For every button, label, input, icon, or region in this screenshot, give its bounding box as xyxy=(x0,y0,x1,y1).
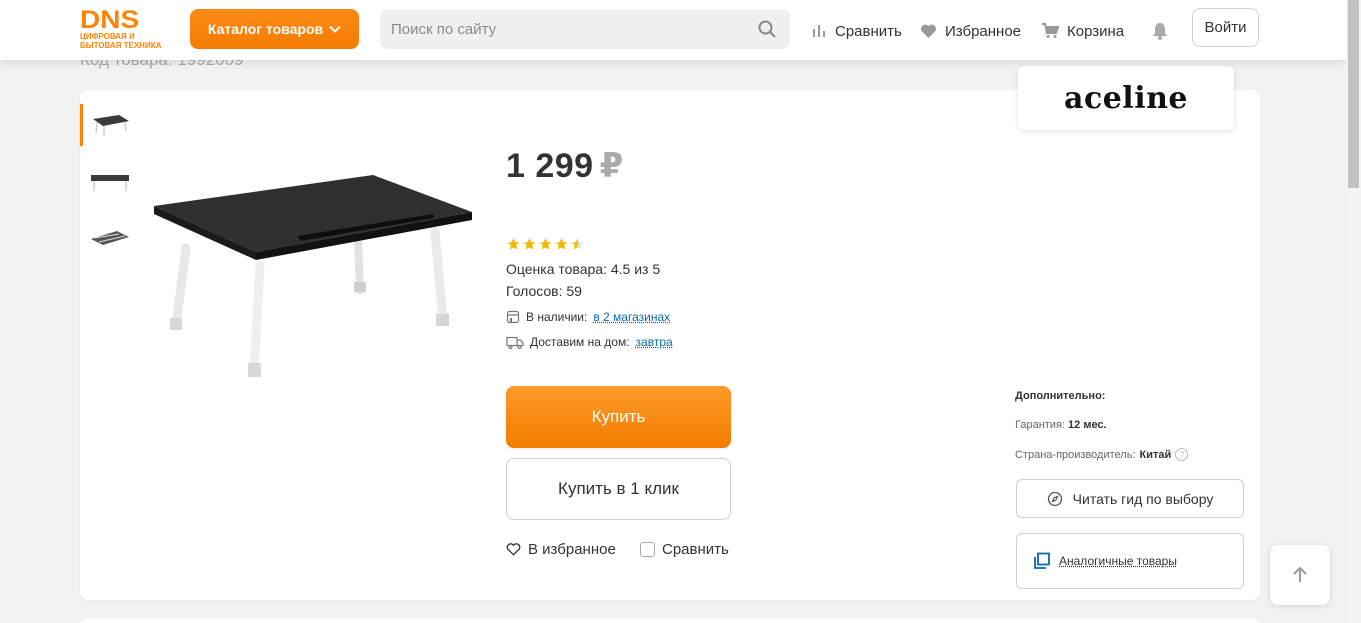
extra-title: Дополнительно: xyxy=(1015,390,1105,402)
catalog-label: Каталог товаров xyxy=(208,21,323,37)
similar-label: Аналогичные товары xyxy=(1059,554,1177,568)
availability-link[interactable]: в 2 магазинах xyxy=(593,310,670,324)
warranty-value: 12 мес. xyxy=(1068,419,1107,431)
nav-compare-label: Сравнить xyxy=(835,23,902,40)
warranty: Гарантия: 12 мес. xyxy=(1015,419,1107,431)
price-value: 1 299 xyxy=(506,147,594,185)
buy-button[interactable]: Купить xyxy=(506,386,731,448)
delivery: Доставим на дом: завтра xyxy=(506,335,673,349)
buy-one-click-button[interactable]: Купить в 1 клик xyxy=(506,458,731,520)
brand-logo[interactable]: aceline xyxy=(1018,66,1234,130)
favorite-label: В избранное xyxy=(528,541,616,558)
nav-cart[interactable]: Корзина xyxy=(1041,20,1124,42)
truck-icon xyxy=(506,336,524,349)
thumbnail-list xyxy=(80,104,140,272)
search-icon[interactable] xyxy=(758,20,776,38)
star-icon xyxy=(506,237,521,251)
compare-icon xyxy=(811,23,827,39)
chevron-down-icon xyxy=(329,25,341,33)
star-icon xyxy=(522,237,537,251)
store-icon xyxy=(506,310,520,324)
next-section xyxy=(80,618,1260,623)
search-input[interactable] xyxy=(380,9,790,49)
nav-cart-label: Корзина xyxy=(1067,23,1124,40)
star-icon xyxy=(538,237,553,251)
country: Страна-производитель: Китай ? xyxy=(1015,448,1188,461)
star-icon xyxy=(554,237,569,251)
scrollbar-thumb[interactable] xyxy=(1348,0,1359,188)
compare-label: Сравнить xyxy=(662,541,729,558)
price: 1 299 ₽ xyxy=(506,146,624,186)
delivery-label: Доставим на дом: xyxy=(530,335,630,349)
scrollbar[interactable] xyxy=(1346,0,1361,623)
nav-compare[interactable]: Сравнить xyxy=(811,20,902,42)
table-image xyxy=(89,223,131,251)
logo-text: DNS xyxy=(80,8,139,32)
help-icon[interactable]: ? xyxy=(1175,448,1188,461)
compass-icon xyxy=(1047,491,1063,507)
product-image xyxy=(148,170,478,390)
country-label: Страна-производитель: xyxy=(1015,449,1135,461)
table-image xyxy=(89,167,131,195)
compare-checkbox[interactable]: Сравнить xyxy=(640,541,729,558)
read-guide-button[interactable]: Читать гид по выбору xyxy=(1016,479,1244,518)
currency: ₽ xyxy=(600,147,624,185)
rating-text: Оценка товара: 4.5 из 5 xyxy=(506,261,660,277)
catalog-button[interactable]: Каталог товаров xyxy=(190,9,359,49)
warranty-label: Гарантия: xyxy=(1015,419,1065,431)
thumbnail-2[interactable] xyxy=(80,160,140,202)
rating-stars[interactable] xyxy=(506,237,585,251)
dns-logo[interactable]: DNS ЦИФРОВАЯ И БЫТОВАЯ ТЕХНИКА xyxy=(80,8,160,52)
country-value: Китай xyxy=(1139,449,1171,461)
heart-outline-icon xyxy=(506,543,521,556)
votes-text: Голосов: 59 xyxy=(506,283,582,299)
nav-favorites-label: Избранное xyxy=(945,23,1021,40)
thumbnail-1[interactable] xyxy=(80,104,140,146)
heart-icon xyxy=(920,24,937,39)
login-button[interactable]: Войти xyxy=(1192,8,1259,47)
cart-icon xyxy=(1041,23,1059,39)
checkbox[interactable] xyxy=(640,542,655,557)
availability: В наличии: в 2 магазинах xyxy=(506,310,670,324)
scroll-to-top-button[interactable] xyxy=(1270,545,1330,605)
arrow-up-icon xyxy=(1290,565,1310,585)
search-bar xyxy=(380,9,790,49)
add-to-favorites[interactable]: В избранное xyxy=(506,541,616,558)
half-star-icon xyxy=(570,237,585,251)
similar-products-button[interactable]: Аналогичные товары xyxy=(1016,533,1244,589)
nav-favorites[interactable]: Избранное xyxy=(920,20,1021,42)
product-card: 1 299 ₽ Оценка товара: 4.5 из 5 Голосов: … xyxy=(80,90,1260,600)
site-header: DNS ЦИФРОВАЯ И БЫТОВАЯ ТЕХНИКА Каталог т… xyxy=(0,0,1346,60)
availability-label: В наличии: xyxy=(526,310,587,324)
table-image xyxy=(89,111,131,139)
thumbnail-3[interactable] xyxy=(80,216,140,258)
bell-icon[interactable] xyxy=(1152,22,1168,40)
delivery-link[interactable]: завтра xyxy=(636,335,673,349)
guide-label: Читать гид по выбору xyxy=(1073,491,1214,507)
copy-icon xyxy=(1033,552,1051,570)
logo-subtitle: ЦИФРОВАЯ И БЫТОВАЯ ТЕХНИКА xyxy=(80,32,170,50)
